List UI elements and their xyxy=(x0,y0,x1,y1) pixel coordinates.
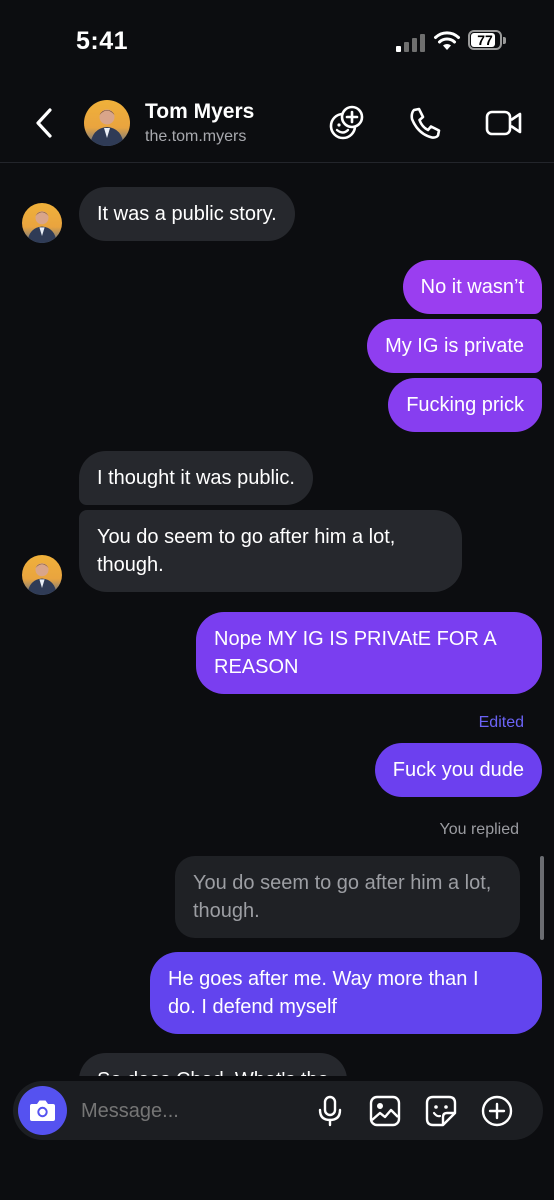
outgoing-message[interactable]: No it wasn’t xyxy=(402,260,542,314)
profile-photo xyxy=(22,203,62,243)
signal-icon xyxy=(396,34,425,52)
battery-icon: 77 xyxy=(468,30,508,52)
image-icon[interactable] xyxy=(368,1094,402,1128)
message-input[interactable] xyxy=(79,1081,303,1142)
reply-label: You replied xyxy=(439,821,519,838)
contact-name[interactable]: Tom Myers xyxy=(145,100,254,124)
outgoing-message[interactable]: My IG is private xyxy=(367,319,542,373)
microphone-icon[interactable] xyxy=(313,1094,347,1128)
incoming-message[interactable]: You do seem to go after him a lot, thoug… xyxy=(79,510,462,592)
phone-icon[interactable] xyxy=(405,104,445,142)
plus-circle-icon[interactable] xyxy=(480,1094,514,1128)
camera-button[interactable] xyxy=(18,1086,67,1135)
profile-photo xyxy=(22,555,62,595)
status-time: 5:41 xyxy=(76,27,129,55)
camera-icon xyxy=(30,1100,55,1121)
avatar[interactable] xyxy=(22,203,62,243)
profile-photo xyxy=(84,100,130,146)
outgoing-message[interactable]: Fucking prick xyxy=(388,378,542,432)
sticker-icon[interactable] xyxy=(424,1094,458,1128)
incoming-message[interactable]: It was a public story. xyxy=(79,187,295,241)
message-composer xyxy=(13,1081,543,1142)
chevron-left-icon[interactable] xyxy=(30,106,60,140)
contact-handle[interactable]: the.tom.myers xyxy=(145,128,246,146)
avatar[interactable] xyxy=(22,555,62,595)
status-bar: 5:41 77 xyxy=(0,0,554,84)
scrollbar[interactable] xyxy=(540,856,544,940)
reply-quote[interactable]: You do seem to go after him a lot, thoug… xyxy=(175,856,520,938)
video-camera-icon[interactable] xyxy=(484,104,524,142)
battery-percent: 77 xyxy=(477,32,493,48)
avatar[interactable] xyxy=(84,100,130,146)
outgoing-message[interactable]: Fuck you dude xyxy=(374,743,542,797)
incoming-message[interactable]: I thought it was public. xyxy=(79,451,313,505)
outgoing-message[interactable]: Nope MY IG IS PRIVAtE FOR A REASON xyxy=(196,612,542,694)
chat-header: Tom Myers the.tom.myers xyxy=(0,84,554,163)
emoji-plus-icon[interactable] xyxy=(328,104,368,142)
edited-label: Edited xyxy=(478,714,524,731)
wifi-icon xyxy=(434,31,460,50)
outgoing-message[interactable]: He goes after me. Way more than I do. I … xyxy=(150,952,542,1034)
